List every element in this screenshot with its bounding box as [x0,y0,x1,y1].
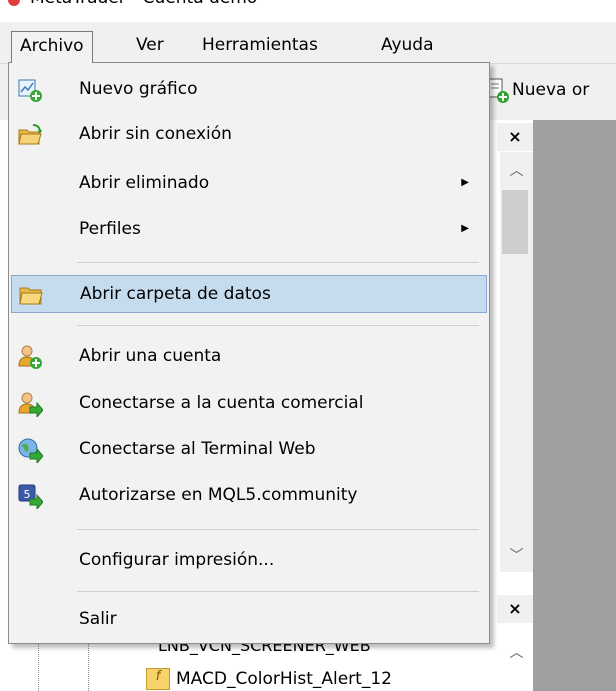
scroll-up-icon-2[interactable]: ︿ [500,642,533,662]
menu-item-open-data-folder[interactable]: Abrir carpeta de datos [11,275,487,313]
scroll-up-icon[interactable]: ︿ [500,160,533,180]
menu-label: Nuevo gráfico [79,79,198,99]
menu-separator [77,591,479,592]
tree-item-label: MACD_ColorHist_Alert_12 [176,669,392,689]
menu-item-connect-web-terminal[interactable]: Conectarse al Terminal Web [11,431,487,469]
menu-item-exit[interactable]: Salir [11,601,487,639]
folder-icon [19,287,43,305]
menu-item-open-account[interactable]: Abrir una cuenta [11,338,487,376]
menu-item-connect-trade-account[interactable]: Conectarse a la cuenta comercial [11,385,487,423]
menu-item-open-deleted[interactable]: Abrir eliminado ▶ [11,165,487,203]
menu-separator [77,529,479,530]
tree-item[interactable]: f MACD_ColorHist_Alert_12 [146,668,392,690]
app-icon [8,0,20,6]
panel-close-icon[interactable]: × [497,595,533,623]
menu-label: Abrir eliminado [79,173,210,193]
user-add-icon [18,345,42,369]
menu-item-authorize-mql5[interactable]: 5 Autorizarse en MQL5.community [11,477,487,515]
menu-label: Conectarse a la cuenta comercial [79,393,364,413]
submenu-arrow-icon: ▶ [461,177,469,188]
scrollbar-thumb[interactable] [502,190,528,254]
menu-label: Salir [79,609,117,629]
file-menu-dropdown: Nuevo gráfico Abrir sin conexión Abrir e… [8,62,490,644]
chart-area[interactable] [533,120,616,691]
window-title: MetaTrader - Cuenta demo [30,0,257,8]
navigator-close-icon[interactable]: × [497,123,533,151]
scroll-down-icon[interactable]: ﹀ [500,545,533,565]
mql5-icon: 5 [18,484,43,509]
menu-label: Abrir una cuenta [79,346,222,366]
menu-label: Autorizarse en MQL5.community [79,485,358,505]
script-icon: f [146,668,170,690]
menu-ver[interactable]: Ver [128,31,172,59]
tree-line [88,640,89,691]
menu-bar: Archivo Ver Herramientas Ayuda [0,25,616,64]
new-chart-icon [18,79,42,102]
svg-text:5: 5 [24,488,31,501]
menu-label: Configurar impresión... [79,550,275,570]
menu-archivo[interactable]: Archivo [11,31,93,63]
menu-label: Abrir carpeta de datos [80,284,271,304]
menu-item-print-setup[interactable]: Configurar impresión... [11,542,487,580]
menu-herramientas[interactable]: Herramientas [194,31,326,59]
new-order-label: Nueva or [512,80,590,100]
menu-label: Abrir sin conexión [79,124,232,144]
globe-connect-icon [18,438,43,463]
menu-item-new-chart[interactable]: Nuevo gráfico [11,71,487,109]
menu-label: Perfiles [79,219,141,239]
menu-label: Conectarse al Terminal Web [79,439,316,459]
tree-line [38,640,39,691]
menu-separator [77,325,479,326]
menu-ayuda[interactable]: Ayuda [373,31,442,59]
menu-item-profiles[interactable]: Perfiles ▶ [11,211,487,249]
window-title-bar: MetaTrader - Cuenta demo [0,0,616,22]
menu-item-open-offline[interactable]: Abrir sin conexión [11,116,487,154]
folder-open-icon [18,124,42,145]
submenu-arrow-icon: ▶ [461,223,469,234]
menu-separator [77,262,479,263]
user-connect-icon [18,392,43,417]
